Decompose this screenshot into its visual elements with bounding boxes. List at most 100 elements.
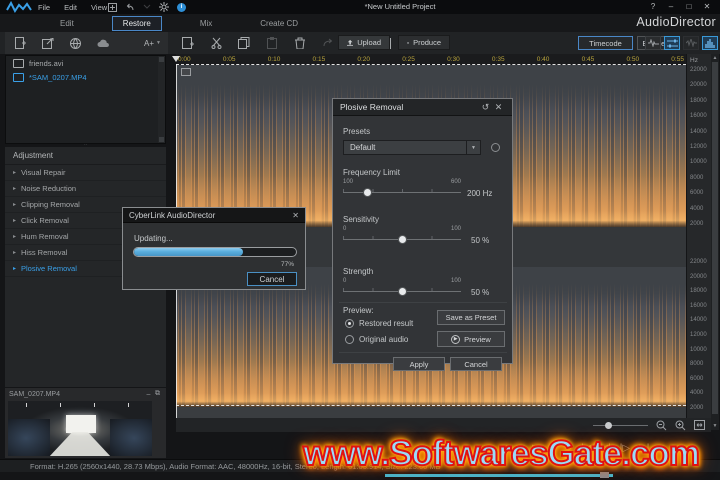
help-button[interactable]: ? bbox=[644, 0, 662, 13]
radio-restored-result[interactable]: Restored result bbox=[345, 319, 413, 328]
channel-settings-icon[interactable] bbox=[664, 36, 680, 50]
selection-handle-icon[interactable] bbox=[181, 68, 191, 76]
zoom-fit-icon[interactable] bbox=[694, 420, 705, 430]
expand-panel-icon[interactable]: ⧉ bbox=[153, 390, 162, 398]
preview-section-label: Preview: bbox=[343, 306, 374, 315]
radio-icon bbox=[345, 335, 354, 344]
video-preview-panel: SAM_0207.MP4 – ⧉ bbox=[5, 388, 166, 458]
close-button[interactable]: ✕ bbox=[698, 0, 716, 13]
title-bar: File Edit View i *New Untitled Project ? – □… bbox=[0, 0, 720, 14]
tab-restore[interactable]: Restore bbox=[111, 15, 162, 31]
radio-icon bbox=[345, 319, 354, 328]
settings-gear-icon[interactable] bbox=[159, 2, 169, 12]
frequency-label: 12000 bbox=[690, 331, 707, 338]
apply-button[interactable]: Apply bbox=[393, 357, 445, 371]
download-sound-clips-icon[interactable] bbox=[70, 37, 81, 49]
timeline-tick: 0:20 bbox=[357, 56, 371, 63]
minimize-panel-icon[interactable]: – bbox=[144, 390, 153, 398]
frequency-label: 22000 bbox=[690, 259, 707, 265]
tab-create-cd[interactable]: Create CD bbox=[250, 17, 308, 30]
zoom-in-icon[interactable] bbox=[675, 420, 686, 431]
slider-handle[interactable] bbox=[398, 287, 407, 296]
preset-dropdown[interactable]: Default ▼ bbox=[343, 140, 481, 155]
waveform-compare-icon[interactable] bbox=[645, 36, 661, 50]
presets-label: Presets bbox=[343, 127, 371, 136]
audiodirector-window: File Edit View i *New Untitled Project ? – □… bbox=[0, 0, 720, 480]
zoom-slider[interactable] bbox=[593, 420, 648, 430]
copy-icon[interactable] bbox=[236, 35, 252, 51]
import-media-icon[interactable] bbox=[15, 37, 26, 49]
paste-icon[interactable] bbox=[264, 35, 280, 51]
text-size-button[interactable]: A+ ▼ bbox=[144, 39, 161, 48]
vertical-scrollbar[interactable]: ▲ ▼ bbox=[711, 54, 719, 430]
cloud-icon[interactable] bbox=[97, 39, 110, 48]
sensitivity-slider[interactable]: 0 100 bbox=[343, 226, 461, 248]
mode-tabs: Edit Restore Mix Create CD bbox=[0, 14, 720, 32]
frequency-limit-value: 200 Hz bbox=[467, 189, 493, 198]
redo-icon[interactable] bbox=[143, 4, 151, 10]
frequency-label: 12000 bbox=[690, 143, 707, 150]
upload-button[interactable]: Upload bbox=[338, 35, 390, 50]
preset-value: Default bbox=[350, 143, 376, 152]
playhead-marker-icon[interactable] bbox=[172, 56, 180, 62]
progress-cancel-button[interactable]: Cancel bbox=[247, 272, 297, 286]
save-as-preset-button[interactable]: Save as Preset bbox=[437, 310, 505, 325]
preset-compare-icon[interactable] bbox=[491, 143, 500, 152]
frequency-label: 6000 bbox=[690, 190, 704, 197]
frequency-limit-slider[interactable]: 100 600 bbox=[343, 179, 461, 201]
radio-original-audio[interactable]: Original audio bbox=[345, 335, 408, 344]
library-scrollbar[interactable] bbox=[158, 56, 165, 143]
zoom-out-icon[interactable] bbox=[656, 420, 667, 431]
sensitivity-label: Sensitivity bbox=[343, 215, 380, 224]
redo-edit-icon[interactable] bbox=[320, 35, 336, 51]
timeline-tick: 0:35 bbox=[491, 56, 505, 63]
update-info-icon[interactable]: i bbox=[177, 2, 186, 12]
menu-view[interactable]: View bbox=[91, 3, 107, 12]
undo-icon[interactable] bbox=[125, 3, 135, 12]
adjustment-visual-repair[interactable]: Visual Repair bbox=[5, 165, 166, 181]
waveform-view-icon[interactable] bbox=[683, 36, 699, 50]
new-window-icon[interactable] bbox=[108, 2, 117, 12]
slider-handle[interactable] bbox=[362, 188, 372, 197]
adjustment-noise-reduction[interactable]: Noise Reduction bbox=[5, 181, 166, 197]
timeline-tick: 0:05 bbox=[222, 56, 236, 63]
timecode-toggle[interactable]: Timecode bbox=[578, 36, 633, 50]
menu-edit[interactable]: Edit bbox=[64, 3, 77, 12]
progress-percent: 77% bbox=[280, 261, 294, 268]
spectral-view-icon[interactable] bbox=[702, 36, 718, 50]
file-item-friends[interactable]: friends.avi bbox=[6, 56, 165, 70]
tab-edit[interactable]: Edit bbox=[50, 17, 84, 30]
frequency-label: 8000 bbox=[690, 361, 704, 368]
timeline-tick: 0:25 bbox=[402, 56, 415, 63]
softwaresgate-watermark: www.SoftwaresGate.com bbox=[302, 433, 701, 474]
timeline-tick: 0:40 bbox=[536, 56, 550, 63]
frequency-label: 18000 bbox=[690, 97, 707, 104]
tab-mix[interactable]: Mix bbox=[190, 17, 222, 30]
file-item-sam0207[interactable]: *SAM_0207.MP4 bbox=[6, 70, 165, 84]
frequency-label: 6000 bbox=[690, 375, 704, 382]
dialog-close-icon[interactable]: ✕ bbox=[492, 102, 505, 113]
minimize-button[interactable]: – bbox=[662, 0, 680, 13]
preview-button[interactable]: ▶ Preview bbox=[437, 331, 505, 347]
dropdown-arrow-icon: ▼ bbox=[466, 141, 480, 154]
strength-slider[interactable]: 0 100 bbox=[343, 278, 461, 300]
cut-icon[interactable] bbox=[208, 35, 224, 51]
frequency-label: 2000 bbox=[690, 404, 704, 411]
frequency-label: 18000 bbox=[690, 288, 707, 295]
frequency-label: 16000 bbox=[690, 302, 707, 309]
video-thumbnail[interactable] bbox=[8, 401, 152, 456]
maximize-button[interactable]: □ bbox=[680, 0, 698, 13]
export-media-icon[interactable] bbox=[42, 37, 54, 49]
progress-close-icon[interactable]: ✕ bbox=[292, 211, 299, 220]
sensitivity-value: 50 % bbox=[471, 236, 490, 245]
reset-icon[interactable]: ↺ bbox=[479, 102, 492, 113]
menu-file[interactable]: File bbox=[38, 3, 50, 12]
frequency-label: 14000 bbox=[690, 317, 707, 324]
spectrogram-footer bbox=[176, 407, 686, 418]
progress-bar bbox=[133, 247, 297, 257]
slider-handle[interactable] bbox=[398, 235, 407, 244]
produce-button[interactable]: Produce bbox=[398, 35, 450, 50]
dialog-cancel-button[interactable]: Cancel bbox=[450, 357, 502, 371]
add-clip-icon[interactable] bbox=[180, 35, 196, 51]
delete-icon[interactable] bbox=[292, 35, 308, 51]
